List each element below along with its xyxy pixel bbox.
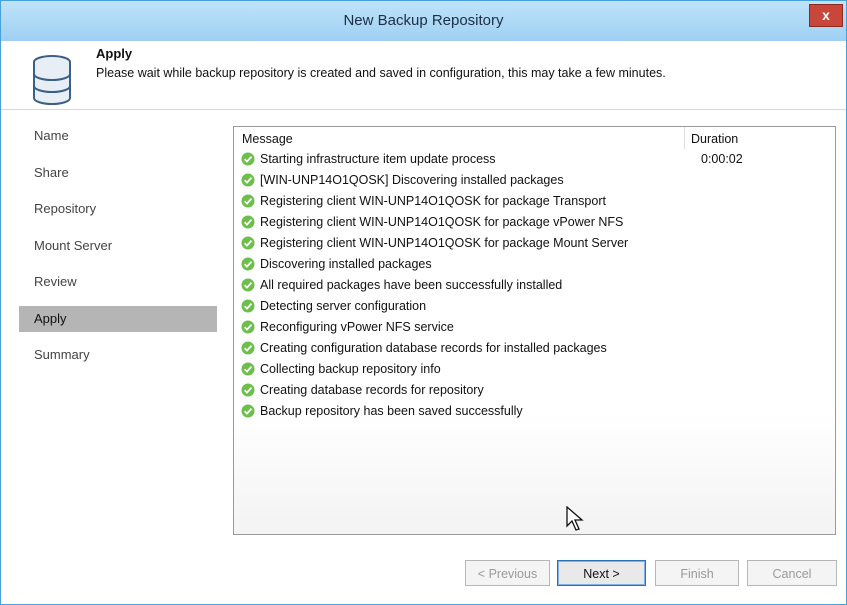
log-row[interactable]: All required packages have been successf… — [241, 278, 562, 298]
log-message: Starting infrastructure item update proc… — [260, 152, 496, 166]
step-share[interactable]: Share — [19, 155, 217, 192]
mouse-cursor-icon — [566, 506, 584, 531]
database-icon — [33, 55, 71, 105]
wizard-steps: Name Share Repository Mount Server Revie… — [19, 118, 217, 373]
log-row[interactable]: Discovering installed packages — [241, 257, 432, 277]
wizard-window: New Backup Repository x Apply Please wai… — [0, 0, 847, 605]
progress-log[interactable]: Message Duration Starting infrastructure… — [233, 126, 836, 535]
log-row[interactable]: Registering client WIN-UNP14O1QOSK for p… — [241, 194, 606, 214]
log-message: Registering client WIN-UNP14O1QOSK for p… — [260, 194, 606, 208]
log-row[interactable]: Registering client WIN-UNP14O1QOSK for p… — [241, 236, 628, 256]
finish-button[interactable]: Finish — [655, 560, 739, 586]
success-check-icon — [241, 383, 255, 397]
duration-column-header: Duration — [691, 132, 739, 146]
log-message: Creating configuration database records … — [260, 341, 607, 355]
log-message: Backup repository has been saved success… — [260, 404, 523, 418]
log-row[interactable]: Registering client WIN-UNP14O1QOSK for p… — [241, 215, 623, 235]
success-check-icon — [241, 215, 255, 229]
log-row[interactable]: Creating database records for repository — [241, 383, 484, 403]
step-mount-server[interactable]: Mount Server — [19, 228, 217, 265]
log-row[interactable]: Starting infrastructure item update proc… — [241, 152, 496, 172]
success-check-icon — [241, 236, 255, 250]
wizard-header: Apply Please wait while backup repositor… — [1, 41, 846, 109]
step-title: Apply — [96, 46, 133, 61]
step-repository[interactable]: Repository — [19, 191, 217, 228]
log-message: Detecting server configuration — [260, 299, 427, 313]
success-check-icon — [241, 341, 255, 355]
next-button[interactable]: Next > — [557, 560, 646, 586]
success-check-icon — [241, 257, 255, 271]
log-row[interactable]: [WIN-UNP14O1QOSK] Discovering installed … — [241, 173, 564, 193]
log-row[interactable]: Backup repository has been saved success… — [241, 404, 523, 424]
success-check-icon — [241, 278, 255, 292]
success-check-icon — [241, 362, 255, 376]
log-message: Collecting backup repository info — [260, 362, 441, 376]
step-apply[interactable]: Apply — [19, 305, 217, 332]
log-message: All required packages have been successf… — [260, 278, 563, 292]
log-message: [WIN-UNP14O1QOSK] Discovering installed … — [260, 173, 564, 187]
window-title: New Backup Repository — [343, 12, 504, 29]
log-row[interactable]: Detecting server configuration — [241, 299, 426, 319]
success-check-icon — [241, 320, 255, 334]
log-message: Creating database records for repository — [260, 383, 484, 397]
log-message: Reconfiguring vPower NFS service — [260, 320, 454, 334]
log-message: Registering client WIN-UNP14O1QOSK for p… — [260, 236, 629, 250]
step-summary[interactable]: Summary — [19, 337, 217, 374]
title-bar[interactable]: New Backup Repository x — [1, 1, 846, 41]
previous-button[interactable]: < Previous — [465, 560, 550, 586]
log-row[interactable]: Reconfiguring vPower NFS service — [241, 320, 454, 340]
step-review[interactable]: Review — [19, 264, 217, 301]
log-message: Registering client WIN-UNP14O1QOSK for p… — [260, 215, 624, 229]
success-check-icon — [241, 194, 255, 208]
log-duration: 0:00:02 — [701, 152, 743, 166]
close-button[interactable]: x — [809, 4, 843, 27]
success-check-icon — [241, 152, 255, 166]
cancel-button[interactable]: Cancel — [747, 560, 837, 586]
step-description: Please wait while backup repository is c… — [96, 66, 666, 80]
log-row[interactable]: Creating configuration database records … — [241, 341, 607, 361]
success-check-icon — [241, 173, 255, 187]
success-check-icon — [241, 299, 255, 313]
header-divider — [1, 109, 846, 110]
message-column-header: Message — [242, 132, 293, 146]
log-message: Discovering installed packages — [260, 257, 432, 271]
step-name[interactable]: Name — [19, 118, 217, 155]
success-check-icon — [241, 404, 255, 418]
column-divider — [684, 127, 685, 149]
log-row[interactable]: Collecting backup repository info — [241, 362, 441, 382]
